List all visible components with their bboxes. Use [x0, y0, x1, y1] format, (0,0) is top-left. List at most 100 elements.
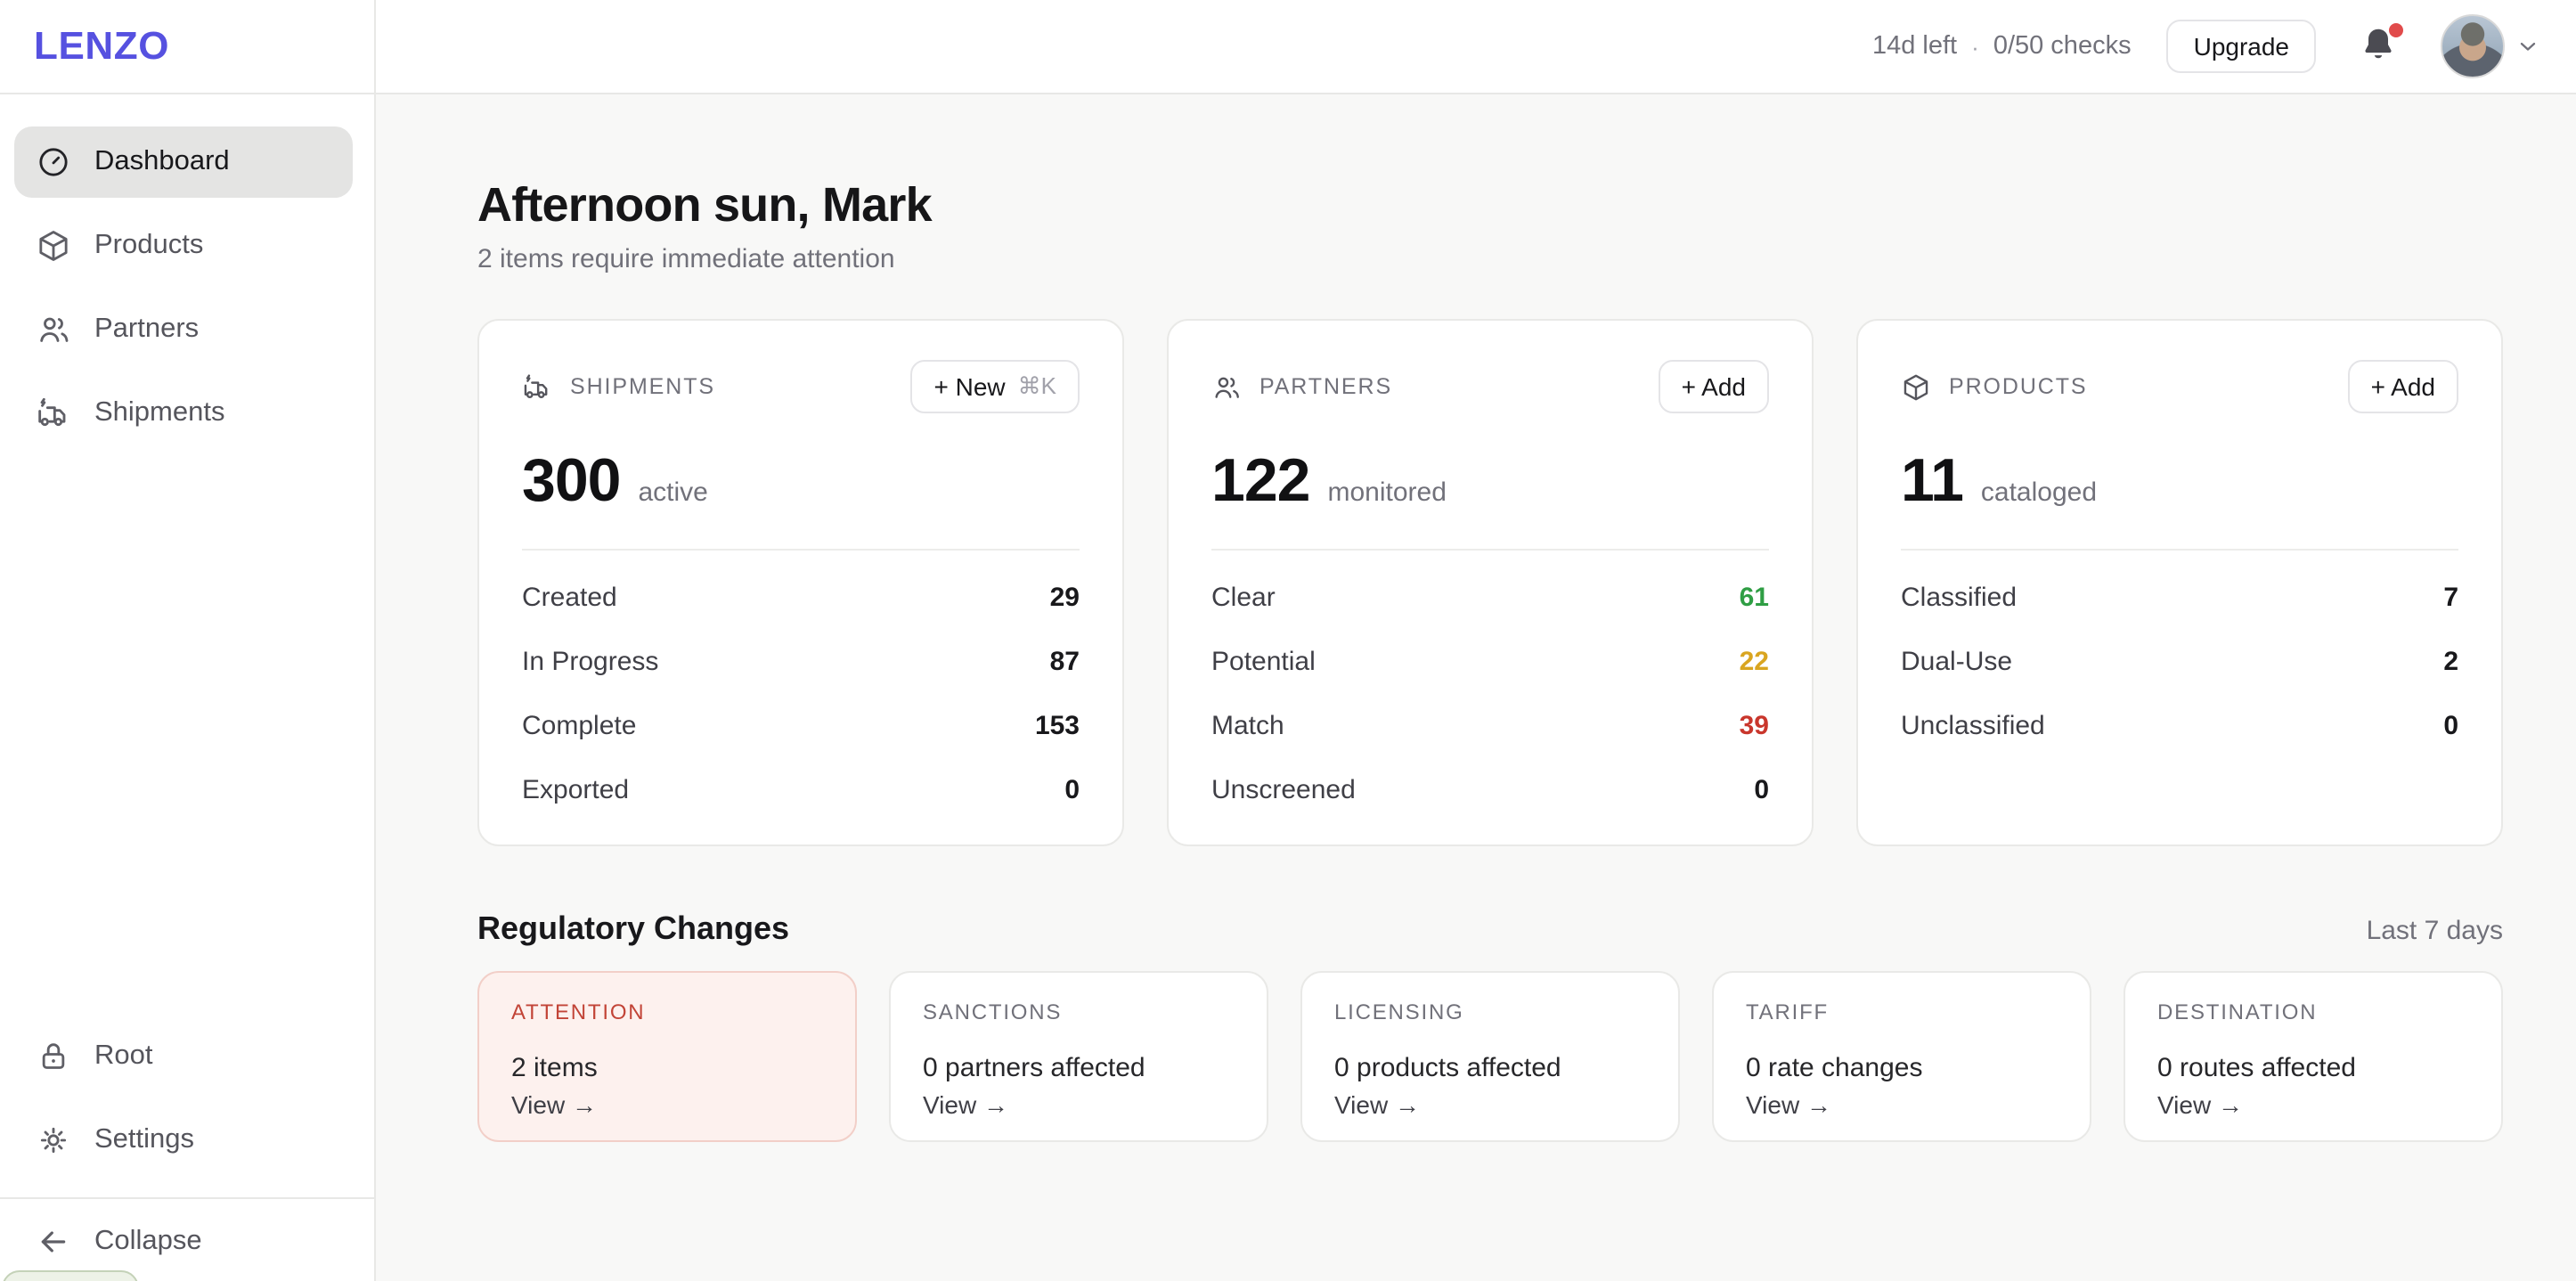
separator-dot: ·	[1971, 33, 1979, 60]
regulatory-card-attention[interactable]: ATTENTION 2 items View →	[477, 971, 857, 1142]
reg-card-label: LICENSING	[1334, 1000, 1646, 1024]
row-label: Clear	[1211, 582, 1276, 612]
stat-row: Exported 0	[522, 757, 1080, 821]
shipments-unit: active	[638, 477, 707, 508]
partners-count: 122	[1211, 445, 1309, 517]
row-value: 61	[1740, 582, 1769, 612]
stat-row: Unclassified 0	[1901, 693, 2458, 757]
button-label: + New	[934, 372, 1006, 401]
row-value: 153	[1035, 710, 1080, 740]
sidebar-item-products[interactable]: Products	[14, 210, 353, 281]
reg-card-label: ATTENTION	[511, 1000, 823, 1024]
partial-bottom-pill[interactable]	[2, 1270, 139, 1281]
reg-card-body: 0 rate changes	[1746, 1053, 2058, 1083]
stat-row: Dual-Use 2	[1901, 629, 2458, 693]
users-icon	[36, 312, 71, 347]
button-label: + Add	[1682, 372, 1746, 401]
products-unit: cataloged	[1981, 477, 2097, 508]
card-divider	[1901, 549, 2458, 551]
partners-unit: monitored	[1327, 477, 1446, 508]
row-label: Dual-Use	[1901, 646, 2012, 676]
stat-row: Potential 22	[1211, 629, 1769, 693]
sidebar-item-partners[interactable]: Partners	[14, 294, 353, 365]
row-value: 0	[1064, 774, 1080, 804]
card-title: PARTNERS	[1259, 374, 1392, 399]
regulatory-section-title: Regulatory Changes	[477, 910, 789, 948]
sidebar-item-label: Partners	[94, 314, 199, 346]
sidebar-item-label: Dashboard	[94, 146, 230, 178]
user-menu-toggle[interactable]	[2515, 34, 2540, 59]
row-label: In Progress	[522, 646, 658, 676]
sidebar-item-settings[interactable]: Settings	[14, 1105, 353, 1176]
collapse-sidebar-button[interactable]: Collapse	[14, 1206, 353, 1277]
button-label: + Add	[2371, 372, 2435, 401]
row-label: Complete	[522, 710, 636, 740]
reg-card-label: DESTINATION	[2157, 1000, 2469, 1024]
upgrade-button[interactable]: Upgrade	[2167, 20, 2316, 73]
row-label: Classified	[1901, 582, 2017, 612]
brand-logo: LENZO	[34, 23, 169, 69]
keyboard-shortcut: ⌘K	[1018, 372, 1056, 401]
partners-card: PARTNERS + Add 122 monitored Clear 61	[1167, 319, 1814, 846]
regulatory-card-tariff[interactable]: TARIFF 0 rate changes View →	[1712, 971, 2091, 1142]
users-icon	[1211, 371, 1242, 402]
products-card: PRODUCTS + Add 11 cataloged Classified 7	[1856, 319, 2503, 846]
view-link[interactable]: View →	[923, 1090, 1235, 1119]
stat-cards: SHIPMENTS + New ⌘K 300 active Created 29	[477, 319, 2503, 846]
add-product-button[interactable]: + Add	[2348, 360, 2458, 413]
sidebar-nav: Dashboard Products Partners Shipments	[14, 126, 353, 461]
sidebar-item-shipments[interactable]: Shipments	[14, 378, 353, 449]
stat-row: Unscreened 0	[1211, 757, 1769, 821]
stat-row: Classified 7	[1901, 565, 2458, 629]
reg-card-label: TARIFF	[1746, 1000, 2058, 1024]
trial-days-left: 14d left	[1872, 32, 1957, 61]
checks-used: 0/50 checks	[1993, 32, 2132, 61]
add-partner-button[interactable]: + Add	[1659, 360, 1769, 413]
gear-icon	[36, 1122, 71, 1158]
shipments-card: SHIPMENTS + New ⌘K 300 active Created 29	[477, 319, 1124, 846]
reg-card-body: 0 products affected	[1334, 1053, 1646, 1083]
notifications-button[interactable]	[2359, 25, 2401, 68]
sidebar-item-label: Root	[94, 1040, 153, 1073]
regulatory-card-sanctions[interactable]: SANCTIONS 0 partners affected View →	[889, 971, 1268, 1142]
view-link[interactable]: View →	[2157, 1090, 2469, 1119]
stat-row: Clear 61	[1211, 565, 1769, 629]
row-value: 0	[2443, 710, 2458, 740]
row-value: 39	[1740, 710, 1769, 740]
sidebar-item-dashboard[interactable]: Dashboard	[14, 126, 353, 198]
page-title: Afternoon sun, Mark	[477, 178, 2503, 233]
topbar: 14d left · 0/50 checks Upgrade	[376, 0, 2576, 94]
truck-bolt-icon	[522, 371, 552, 402]
view-link[interactable]: View →	[1746, 1090, 2058, 1119]
arrow-left-icon	[36, 1224, 71, 1260]
reg-card-label: SANCTIONS	[923, 1000, 1235, 1024]
shipments-count: 300	[522, 445, 620, 517]
main-content: Afternoon sun, Mark 2 items require imme…	[376, 94, 2576, 1281]
regulatory-card-destination[interactable]: DESTINATION 0 routes affected View →	[2124, 971, 2503, 1142]
view-link[interactable]: View →	[511, 1090, 823, 1119]
reg-card-body: 0 partners affected	[923, 1053, 1235, 1083]
sidebar-footer: Root Settings Collapse	[14, 1021, 353, 1281]
row-value: 7	[2443, 582, 2458, 612]
stat-row: In Progress 87	[522, 629, 1080, 693]
row-label: Exported	[522, 774, 629, 804]
gauge-icon	[36, 144, 71, 180]
lock-icon	[36, 1039, 71, 1074]
stat-row: Complete 153	[522, 693, 1080, 757]
view-link[interactable]: View →	[1334, 1090, 1646, 1119]
sidebar: Dashboard Products Partners Shipments	[0, 94, 376, 1281]
trial-status: 14d left · 0/50 checks	[1872, 32, 2132, 61]
row-value: 0	[1754, 774, 1769, 804]
regulatory-card-licensing[interactable]: LICENSING 0 products affected View →	[1300, 971, 1680, 1142]
package-icon	[36, 228, 71, 264]
avatar[interactable]	[2441, 14, 2505, 78]
notification-dot	[2387, 21, 2405, 39]
page-subtitle: 2 items require immediate attention	[477, 244, 2503, 274]
sidebar-item-root[interactable]: Root	[14, 1021, 353, 1092]
row-value: 2	[2443, 646, 2458, 676]
card-divider	[522, 549, 1080, 551]
new-shipment-button[interactable]: + New ⌘K	[911, 360, 1080, 413]
stat-row: Match 39	[1211, 693, 1769, 757]
row-value: 29	[1050, 582, 1080, 612]
row-label: Potential	[1211, 646, 1316, 676]
